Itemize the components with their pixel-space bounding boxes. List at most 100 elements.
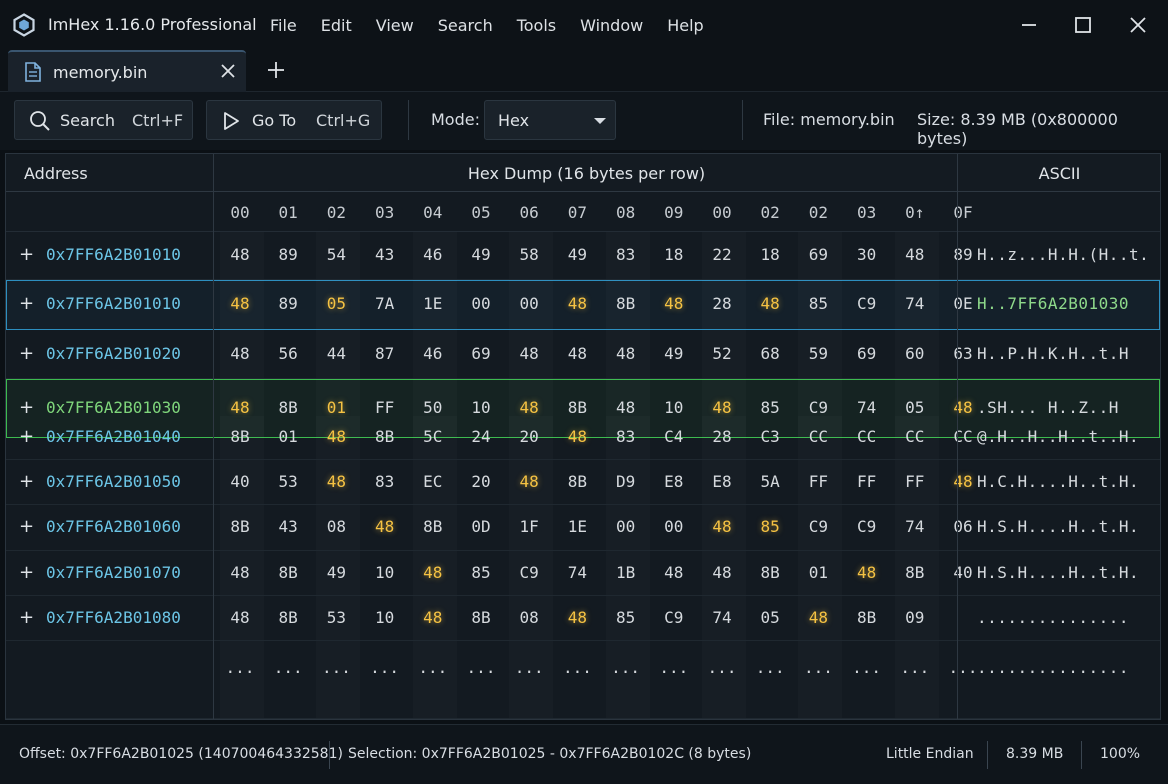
ascii-text[interactable]: H..z...H.H.(H..t. xyxy=(977,245,1149,264)
hex-byte[interactable]: 1E xyxy=(555,517,599,536)
hex-byte[interactable]: 8B xyxy=(459,608,503,627)
hex-byte[interactable]: 8B xyxy=(266,398,310,417)
hex-byte[interactable]: 85 xyxy=(748,398,792,417)
hex-byte[interactable]: 05 xyxy=(314,294,358,313)
ascii-text[interactable]: @.H..H..H..t..H. xyxy=(977,427,1139,446)
hex-byte[interactable]: 48 xyxy=(796,608,840,627)
hex-byte[interactable]: 18 xyxy=(652,245,696,264)
hex-byte[interactable]: C9 xyxy=(845,294,889,313)
hex-byte[interactable]: 89 xyxy=(266,245,310,264)
hex-byte[interactable]: ... xyxy=(700,658,744,677)
hex-byte[interactable]: 83 xyxy=(604,427,648,446)
hex-byte[interactable]: 5A xyxy=(748,472,792,491)
hex-byte[interactable]: ... xyxy=(266,658,310,677)
expand-icon[interactable]: + xyxy=(19,607,34,628)
hex-byte[interactable]: ... xyxy=(218,658,262,677)
tab-memory-bin[interactable]: memory.bin xyxy=(8,50,246,92)
hex-byte[interactable]: 48 xyxy=(700,398,744,417)
hex-byte[interactable]: 87 xyxy=(363,344,407,363)
menu-help[interactable]: Help xyxy=(655,16,715,35)
hex-byte[interactable]: 50 xyxy=(411,398,455,417)
row-address[interactable]: 0x7FF6A2B01040 xyxy=(46,427,181,446)
hex-byte[interactable]: 8B xyxy=(893,563,937,582)
hex-byte[interactable]: 48 xyxy=(652,294,696,313)
hex-byte[interactable]: 10 xyxy=(459,398,503,417)
hex-byte[interactable]: 01 xyxy=(266,427,310,446)
hex-byte[interactable]: 10 xyxy=(363,608,407,627)
hex-byte[interactable]: 8B xyxy=(266,608,310,627)
hex-byte[interactable]: 52 xyxy=(700,344,744,363)
hex-byte[interactable]: 08 xyxy=(507,608,551,627)
table-row[interactable]: +0x7FF6A2B01010 48 89 54 43 46 49 58 49 83 18 22 18 6… xyxy=(6,232,1160,280)
hex-byte[interactable]: 43 xyxy=(363,245,407,264)
hex-byte[interactable]: 00 xyxy=(604,517,648,536)
hex-byte[interactable]: 48 xyxy=(218,294,262,313)
hex-byte[interactable]: 48 xyxy=(555,344,599,363)
menu-edit[interactable]: Edit xyxy=(309,16,364,35)
hex-byte[interactable]: C9 xyxy=(796,398,840,417)
hex-byte[interactable]: EC xyxy=(411,472,455,491)
close-window-button[interactable] xyxy=(1125,12,1151,38)
hex-byte[interactable]: 40 xyxy=(218,472,262,491)
ascii-text[interactable]: ............... xyxy=(977,608,1129,627)
expand-icon[interactable]: + xyxy=(19,562,34,583)
expand-icon[interactable]: + xyxy=(19,343,34,364)
hex-byte[interactable]: FF xyxy=(893,472,937,491)
table-row[interactable]: +0x7FF6A2B01010 48 89 05 7A 1E 00 00 48 8B 48 28 48 8… xyxy=(6,280,1160,330)
hex-byte[interactable]: 0D xyxy=(459,517,503,536)
hex-byte[interactable]: 7A xyxy=(363,294,407,313)
hex-byte[interactable]: ... xyxy=(555,658,599,677)
hex-byte[interactable]: 8B xyxy=(748,563,792,582)
hex-byte[interactable]: E8 xyxy=(652,472,696,491)
hex-byte[interactable]: 09 xyxy=(893,608,937,627)
hex-byte[interactable]: 8B xyxy=(218,427,262,446)
hex-byte[interactable]: 48 xyxy=(218,344,262,363)
hex-byte[interactable]: 00 xyxy=(459,294,503,313)
hex-byte[interactable]: 8B xyxy=(411,517,455,536)
hex-byte[interactable]: 1E xyxy=(411,294,455,313)
hex-byte[interactable]: 69 xyxy=(459,344,503,363)
hex-byte[interactable]: 48 xyxy=(555,427,599,446)
hex-byte[interactable]: 49 xyxy=(555,245,599,264)
menu-search[interactable]: Search xyxy=(426,16,505,35)
hex-byte[interactable]: C9 xyxy=(796,517,840,536)
hex-byte[interactable]: 58 xyxy=(507,245,551,264)
hex-byte[interactable]: 83 xyxy=(604,245,648,264)
hex-byte[interactable]: 28 xyxy=(700,294,744,313)
status-zoom[interactable]: 100% xyxy=(1100,746,1140,762)
hex-byte[interactable]: ... xyxy=(748,658,792,677)
hex-byte[interactable]: C4 xyxy=(652,427,696,446)
hex-byte[interactable]: 10 xyxy=(363,563,407,582)
ascii-text[interactable]: H..P.H.K.H..t.H xyxy=(977,344,1129,363)
expand-icon[interactable]: + xyxy=(19,293,34,314)
hex-byte[interactable]: 89 xyxy=(266,294,310,313)
hex-byte[interactable]: 24 xyxy=(459,427,503,446)
hex-byte[interactable]: 8B xyxy=(363,427,407,446)
hex-byte[interactable]: 48 xyxy=(507,344,551,363)
table-row[interactable]: +0x7FF6A2B01080 48 8B 53 10 48 8B 08 48 85 C9 74 05 4… xyxy=(6,596,1160,641)
hex-byte[interactable]: 74 xyxy=(700,608,744,627)
hex-byte[interactable]: 30 xyxy=(845,245,889,264)
goto-button[interactable]: Go To Ctrl+G xyxy=(206,100,382,140)
hex-byte[interactable]: C3 xyxy=(748,427,792,446)
hex-byte[interactable]: 48 xyxy=(700,517,744,536)
table-row[interactable]: ........................................… xyxy=(6,641,1160,719)
hex-byte[interactable]: 56 xyxy=(266,344,310,363)
hex-byte[interactable]: 00 xyxy=(652,517,696,536)
hex-byte[interactable]: 48 xyxy=(314,427,358,446)
hex-byte[interactable]: FF xyxy=(363,398,407,417)
hex-byte[interactable]: 48 xyxy=(507,398,551,417)
hex-byte[interactable]: 85 xyxy=(796,294,840,313)
hex-byte[interactable]: 8B xyxy=(266,563,310,582)
hex-byte[interactable]: 18 xyxy=(748,245,792,264)
table-row[interactable]: +0x7FF6A2B01020 48 56 44 87 46 69 48 48 48 49 52 68 5… xyxy=(6,330,1160,379)
row-address[interactable]: 0x7FF6A2B01030 xyxy=(46,398,181,417)
ascii-text[interactable]: .SH... H..Z..H xyxy=(977,398,1119,417)
hex-byte[interactable]: 48 xyxy=(555,608,599,627)
hex-byte[interactable]: 10 xyxy=(652,398,696,417)
hex-byte[interactable]: 48 xyxy=(893,245,937,264)
hex-byte[interactable]: 48 xyxy=(507,472,551,491)
hex-byte[interactable]: 48 xyxy=(604,344,648,363)
minimize-button[interactable] xyxy=(1016,12,1042,38)
hex-byte[interactable]: 48 xyxy=(652,563,696,582)
